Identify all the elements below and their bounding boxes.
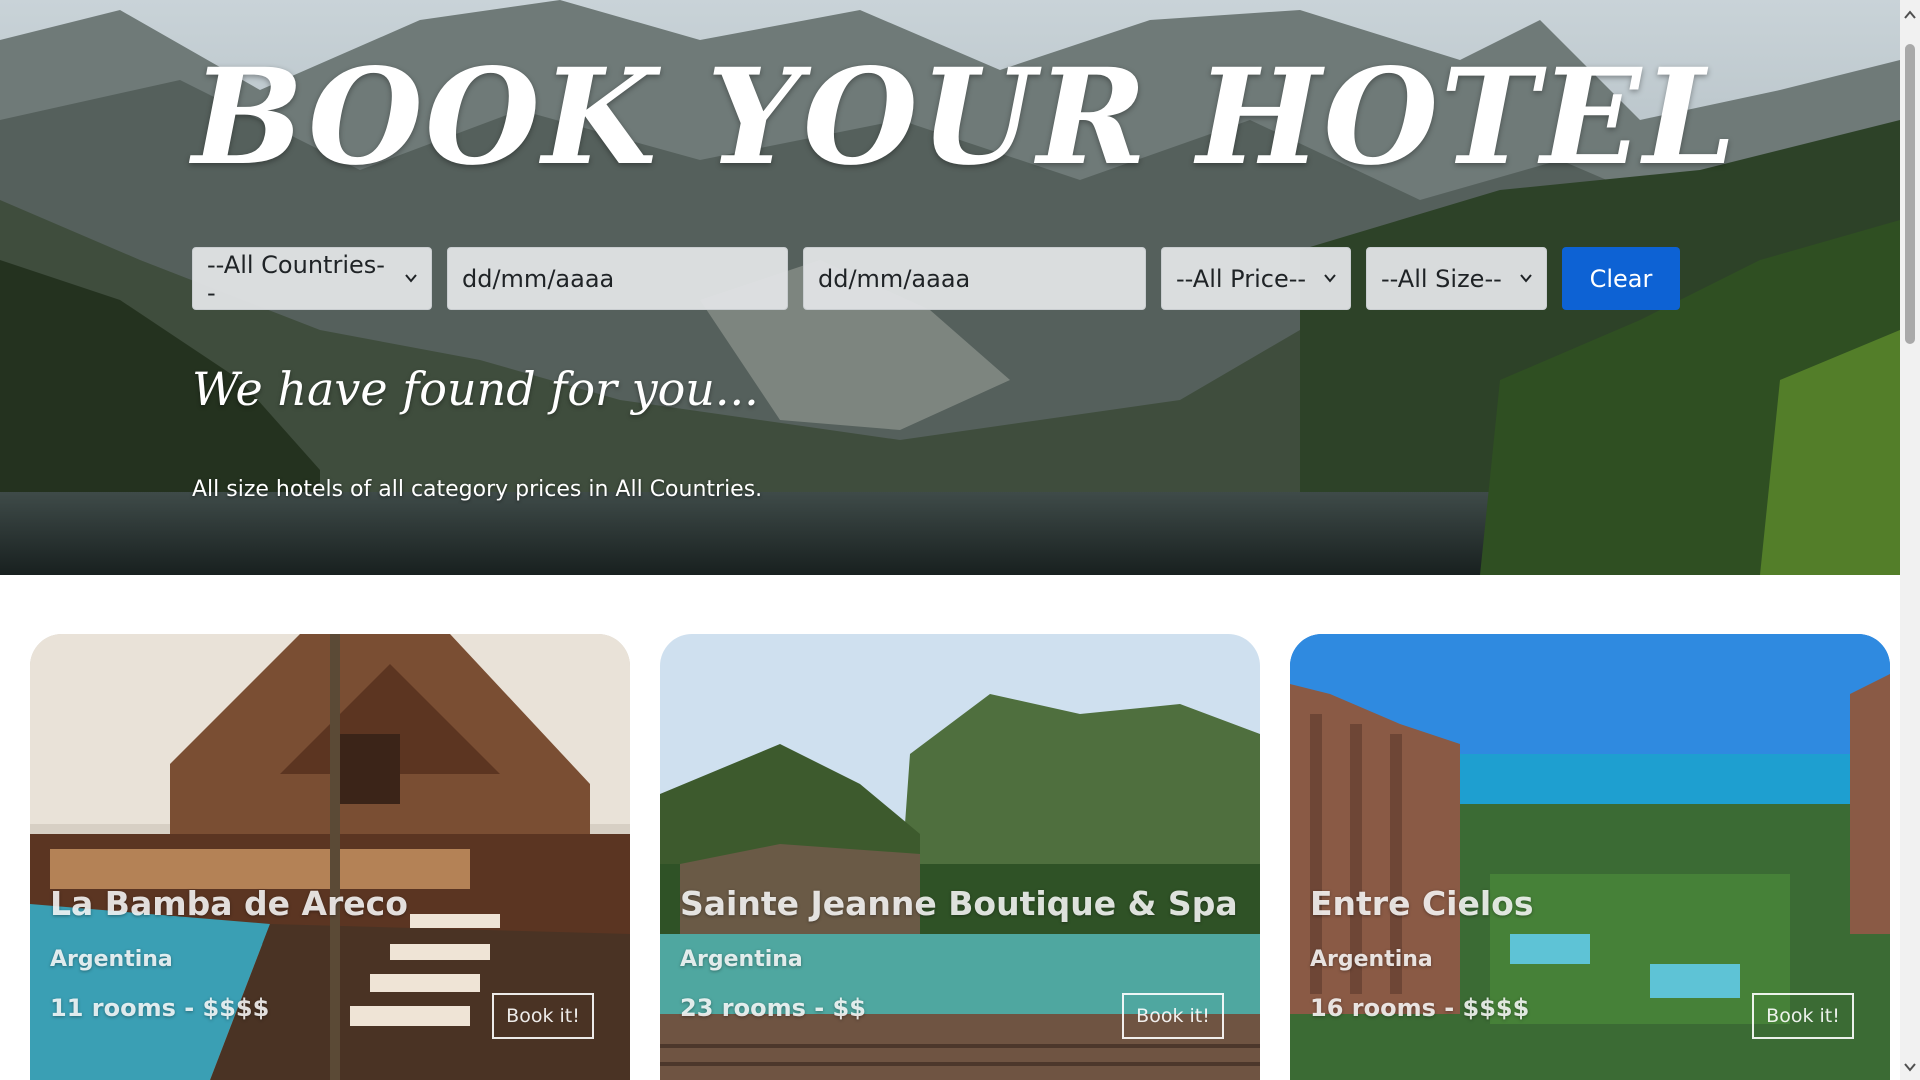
date-from-placeholder: dd/mm/aaaa — [462, 264, 615, 293]
hotel-country: Argentina — [680, 947, 803, 972]
country-select[interactable]: --All Countries-- — [192, 247, 432, 310]
country-select-value: --All Countries-- — [207, 250, 385, 307]
chevron-down-icon — [405, 274, 417, 283]
date-from-input[interactable]: dd/mm/aaaa — [447, 247, 788, 310]
size-select-value: --All Size-- — [1381, 264, 1502, 293]
book-button[interactable]: Book it! — [1122, 993, 1224, 1039]
filter-summary: All size hotels of all category prices i… — [192, 477, 763, 502]
chevron-down-icon — [1324, 274, 1336, 283]
scroll-up-arrow-icon[interactable] — [1904, 10, 1916, 20]
page-scrollbar[interactable] — [1900, 0, 1920, 1080]
hotel-country: Argentina — [50, 947, 173, 972]
hotel-card: Sainte Jeanne Boutique & Spa Argentina 2… — [660, 634, 1260, 1080]
hotel-country: Argentina — [1310, 947, 1433, 972]
filter-bar: --All Countries-- dd/mm/aaaa dd/mm/aaaa … — [192, 247, 1680, 310]
price-select[interactable]: --All Price-- — [1161, 247, 1351, 310]
date-to-placeholder: dd/mm/aaaa — [818, 264, 971, 293]
size-select[interactable]: --All Size-- — [1366, 247, 1547, 310]
price-select-value: --All Price-- — [1176, 264, 1307, 293]
clear-button[interactable]: Clear — [1562, 247, 1680, 310]
hotel-card-list: La Bamba de Areco Argentina 11 rooms - $… — [30, 634, 1890, 1080]
hotel-rooms-price: 23 rooms - $$ — [680, 994, 866, 1022]
hotel-rooms-price: 11 rooms - $$$$ — [50, 994, 270, 1022]
scroll-down-arrow-icon[interactable] — [1904, 1062, 1916, 1072]
date-to-input[interactable]: dd/mm/aaaa — [803, 247, 1146, 310]
hotel-card: Entre Cielos Argentina 16 rooms - $$$$ B… — [1290, 634, 1890, 1080]
hero-banner: BOOK YOUR HOTEL --All Countries-- dd/mm/… — [0, 0, 1900, 575]
results-heading: We have found for you... — [192, 362, 759, 416]
hotel-name: Entre Cielos — [1310, 884, 1534, 923]
hotel-card: La Bamba de Areco Argentina 11 rooms - $… — [30, 634, 630, 1080]
page-title: BOOK YOUR HOTEL — [192, 40, 1739, 195]
hotel-name: La Bamba de Areco — [50, 884, 408, 923]
hotel-name: Sainte Jeanne Boutique & Spa — [680, 884, 1238, 923]
chevron-down-icon — [1520, 274, 1532, 283]
book-button[interactable]: Book it! — [492, 993, 594, 1039]
book-button[interactable]: Book it! — [1752, 993, 1854, 1039]
hotel-rooms-price: 16 rooms - $$$$ — [1310, 994, 1530, 1022]
scrollbar-thumb[interactable] — [1905, 44, 1915, 344]
